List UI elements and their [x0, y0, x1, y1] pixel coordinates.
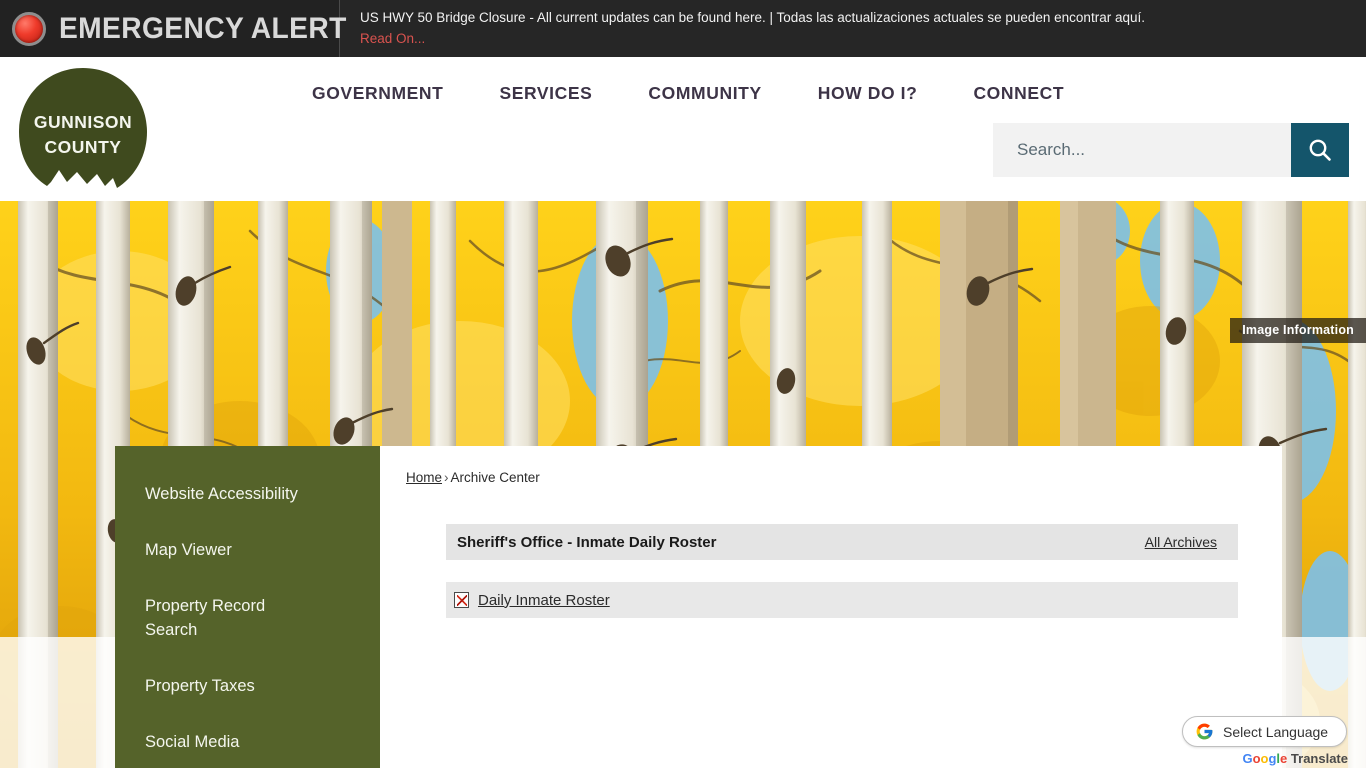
- nav-item-services[interactable]: SERVICES: [471, 83, 620, 104]
- emergency-alert-title-group: EMERGENCY ALERT: [0, 0, 346, 57]
- svg-text:COUNTY: COUNTY: [45, 137, 122, 157]
- sidebar-item-property-record-search[interactable]: Property Record Search: [145, 594, 320, 642]
- siren-light-icon: [12, 11, 46, 46]
- pdf-icon: [454, 592, 469, 608]
- archive-header-bar: Sheriff's Office - Inmate Daily Roster A…: [446, 524, 1238, 560]
- emergency-alert-title: EMERGENCY ALERT: [59, 11, 347, 45]
- sidebar-item-website-accessibility[interactable]: Website Accessibility: [145, 482, 320, 506]
- main-navigation: GOVERNMENT SERVICES COMMUNITY HOW DO I? …: [284, 83, 1092, 104]
- breadcrumb-separator: ›: [444, 470, 449, 485]
- site-header: GUNNISON COUNTY GOVERNMENT SERVICES COMM…: [0, 57, 1366, 201]
- google-translate-brand: Google Translate: [1182, 751, 1354, 766]
- gunnison-county-logo[interactable]: GUNNISON COUNTY: [17, 66, 149, 196]
- image-information-label[interactable]: Image Information: [1230, 318, 1366, 343]
- brand-letter-g1: G: [1242, 751, 1253, 766]
- search-input[interactable]: [993, 123, 1291, 177]
- sidebar-item-social-media[interactable]: Social Media: [145, 730, 320, 754]
- search-icon: [1309, 139, 1331, 161]
- archive-document-row[interactable]: Daily Inmate Roster: [446, 582, 1238, 618]
- daily-inmate-roster-link[interactable]: Daily Inmate Roster: [478, 592, 610, 609]
- nav-item-connect[interactable]: CONNECT: [945, 83, 1092, 104]
- select-language-dropdown[interactable]: Select Language: [1182, 716, 1347, 747]
- google-g-icon: [1196, 723, 1213, 740]
- emergency-alert-message: US HWY 50 Bridge Closure - All current u…: [360, 10, 1145, 25]
- main-content-panel: Home › Archive Center Sheriff's Office - I…: [380, 446, 1282, 768]
- emergency-alert-bar: EMERGENCY ALERT US HWY 50 Bridge Closure…: [0, 0, 1366, 57]
- archive-title: Sheriff's Office - Inmate Daily Roster: [457, 533, 717, 551]
- breadcrumb: Home › Archive Center: [406, 470, 1282, 485]
- all-archives-link[interactable]: All Archives: [1145, 534, 1217, 550]
- breadcrumb-current: Archive Center: [450, 470, 540, 485]
- breadcrumb-home-link[interactable]: Home: [406, 470, 442, 485]
- nav-item-how-do-i[interactable]: HOW DO I?: [790, 83, 946, 104]
- emergency-alert-body: US HWY 50 Bridge Closure - All current u…: [340, 0, 1366, 57]
- sidebar-item-map-viewer[interactable]: Map Viewer: [145, 538, 320, 562]
- brand-letter-e: e: [1280, 751, 1288, 766]
- read-on-link[interactable]: Read On...: [360, 31, 425, 46]
- search-bar: [993, 123, 1349, 177]
- sidebar-quick-links: Website Accessibility Map Viewer Propert…: [115, 446, 380, 768]
- nav-item-community[interactable]: COMMUNITY: [620, 83, 789, 104]
- google-translate-widget: Select Language Google Translate: [1182, 716, 1354, 766]
- search-button[interactable]: [1291, 123, 1349, 177]
- brand-translate-word: Translate: [1290, 751, 1348, 766]
- svg-text:GUNNISON: GUNNISON: [34, 112, 132, 132]
- nav-item-government[interactable]: GOVERNMENT: [284, 83, 471, 104]
- logo-shape-icon: GUNNISON COUNTY: [19, 68, 147, 188]
- brand-letter-o1: o: [1252, 751, 1261, 766]
- sidebar-item-property-taxes[interactable]: Property Taxes: [145, 674, 320, 698]
- select-language-label: Select Language: [1223, 723, 1329, 740]
